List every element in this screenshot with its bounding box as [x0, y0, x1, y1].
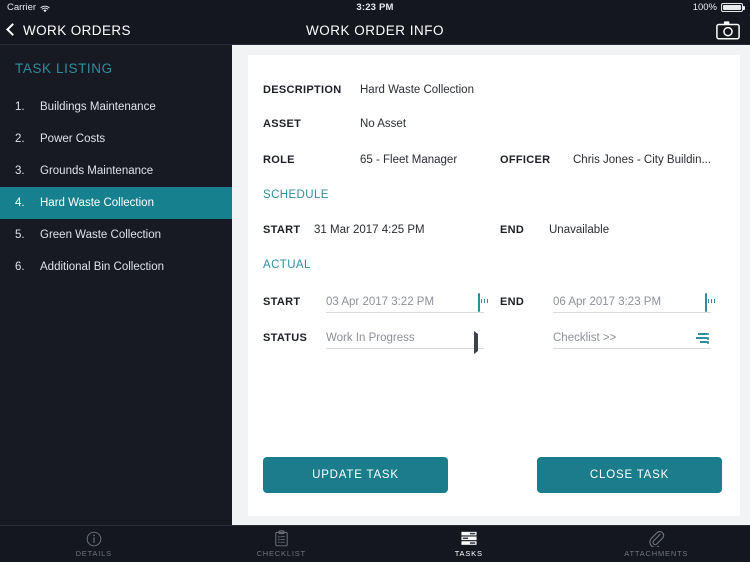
checklist-row: Checklist >> [553, 327, 711, 349]
tab-tasks[interactable]: TASKS [375, 526, 563, 562]
status-label: STATUS [263, 332, 308, 344]
task-label: Additional Bin Collection [40, 261, 165, 273]
task-number: 5. [15, 229, 25, 241]
actual-end-date-input[interactable]: 06 Apr 2017 3:23 PM [553, 291, 716, 313]
asset-row: ASSET No Asset [263, 118, 406, 130]
task-list-item-6[interactable]: 6. Additional Bin Collection [0, 251, 232, 283]
tab-details-label: DETAILS [75, 549, 112, 558]
sidebar: TASK LISTING 1. Buildings Maintenance 2.… [0, 45, 232, 525]
schedule-start-value: 31 Mar 2017 4:25 PM [314, 224, 425, 236]
task-list-item-5[interactable]: 5. Green Waste Collection [0, 219, 232, 251]
tasks-icon [461, 530, 477, 547]
task-number: 1. [15, 101, 25, 113]
task-label: Hard Waste Collection [40, 197, 154, 209]
task-listing: 1. Buildings Maintenance 2. Power Costs … [0, 91, 232, 283]
description-label: DESCRIPTION [263, 84, 342, 96]
schedule-end-value: Unavailable [549, 224, 610, 236]
description-row: DESCRIPTION Hard Waste Collection [263, 84, 474, 96]
navigation-bar: WORK ORDERS WORK ORDER INFO [0, 15, 750, 45]
checklist-label: Checklist >> [553, 331, 617, 344]
info-circle-icon [86, 530, 102, 547]
role-value: 65 - Fleet Manager [360, 154, 458, 166]
schedule-start-row: START 31 Mar 2017 4:25 PM [263, 224, 425, 236]
work-order-info-card: DESCRIPTION Hard Waste Collection ASSET … [248, 55, 740, 516]
task-list-item-2[interactable]: 2. Power Costs [0, 123, 232, 155]
role-label: ROLE [263, 154, 295, 166]
role-row: ROLE 65 - Fleet Manager [263, 154, 457, 166]
sidebar-heading: TASK LISTING [15, 61, 113, 76]
calendar-icon[interactable] [705, 293, 716, 312]
actual-start-label: START [263, 296, 301, 308]
tab-checklist[interactable]: CHECKLIST [188, 526, 376, 562]
update-task-button[interactable]: UPDATE TASK [263, 457, 448, 493]
schedule-end-label: END [500, 224, 525, 236]
battery-full-icon [721, 3, 745, 12]
schedule-end-row: END Unavailable [500, 224, 609, 236]
status-select[interactable]: Work In Progress [326, 327, 484, 354]
task-label: Green Waste Collection [40, 229, 162, 241]
actual-end-row: END 06 Apr 2017 3:23 PM [500, 291, 716, 313]
tab-attachments[interactable]: ATTACHMENTS [563, 526, 750, 562]
checklist-link[interactable]: Checklist >> [553, 327, 711, 349]
paperclip-icon [648, 530, 665, 547]
actual-end-label: END [500, 296, 525, 308]
tab-checklist-label: CHECKLIST [256, 549, 306, 558]
status-bar-time: 3:23 PM [356, 2, 394, 13]
schedule-start-label: START [263, 224, 301, 236]
actual-start-date-value: 03 Apr 2017 3:22 PM [326, 295, 435, 308]
tab-attachments-label: ATTACHMENTS [624, 549, 689, 558]
task-number: 3. [15, 165, 25, 177]
page-title: WORK ORDER INFO [306, 22, 444, 38]
asset-label: ASSET [263, 118, 302, 130]
tab-bar: DETAILS CHECKLIST TASKS ATTACHMENTS [0, 525, 750, 562]
status-bar-right: 100% [692, 2, 745, 13]
task-list-item-3[interactable]: 3. Grounds Maintenance [0, 155, 232, 187]
close-task-button[interactable]: CLOSE TASK [537, 457, 722, 493]
task-list-item-1[interactable]: 1. Buildings Maintenance [0, 91, 232, 123]
camera-icon[interactable] [716, 20, 740, 40]
tab-details[interactable]: DETAILS [0, 526, 188, 562]
app-root: Carrier 3:23 PM 100% WORK ORDERS WORK OR… [0, 0, 750, 562]
actual-section-heading: ACTUAL [263, 259, 311, 271]
officer-label: OFFICER [500, 154, 551, 166]
asset-value: No Asset [360, 118, 407, 130]
officer-row: OFFICER Chris Jones - City Buildin... [500, 154, 711, 166]
clipboard-icon [275, 530, 288, 547]
actual-start-row: START 03 Apr 2017 3:22 PM [263, 291, 489, 313]
description-value: Hard Waste Collection [360, 84, 474, 96]
task-label: Power Costs [40, 133, 106, 145]
status-bar: Carrier 3:23 PM 100% [0, 0, 750, 15]
task-number: 4. [15, 197, 25, 209]
status-row: STATUS Work In Progress [263, 327, 484, 354]
task-list-item-4[interactable]: 4. Hard Waste Collection [0, 187, 232, 219]
actual-start-date-input[interactable]: 03 Apr 2017 3:22 PM [326, 291, 489, 313]
battery-percent-label: 100% [692, 2, 717, 13]
officer-value: Chris Jones - City Buildin... [573, 154, 712, 166]
actual-end-date-value: 06 Apr 2017 3:23 PM [553, 295, 662, 308]
task-number: 6. [15, 261, 25, 273]
status-value: Work In Progress [326, 331, 415, 344]
calendar-icon[interactable] [478, 293, 489, 312]
task-number: 2. [15, 133, 25, 145]
task-label: Grounds Maintenance [40, 165, 154, 177]
schedule-section-heading: SCHEDULE [263, 189, 329, 201]
tab-tasks-label: TASKS [454, 549, 483, 558]
task-label: Buildings Maintenance [40, 101, 156, 113]
caret-right-icon [474, 331, 478, 354]
